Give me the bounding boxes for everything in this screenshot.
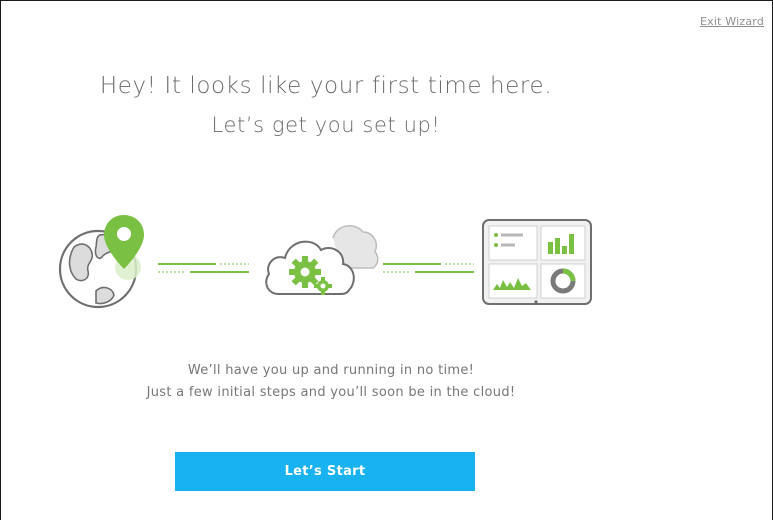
connector-line [383,263,474,273]
description-line-2: Just a few initial steps and you’ll soon… [146,385,516,400]
welcome-heading: Hey! It looks like your first time here. [99,73,553,99]
wizard-window: Exit Wizard Hey! It looks like your firs… [0,0,773,520]
connector-line [158,263,249,273]
exit-wizard-link[interactable]: Exit Wizard [700,15,764,28]
lets-start-button[interactable]: Let’s Start [175,452,475,491]
setup-illustration [41,206,611,316]
description-line-1: We’ll have you up and running in no time… [187,363,475,378]
cloud-gear-icon [265,225,379,295]
welcome-subheading: Let’s get you set up! [211,113,441,137]
dashboard-icon [482,219,592,305]
globe-location-icon [58,215,144,309]
